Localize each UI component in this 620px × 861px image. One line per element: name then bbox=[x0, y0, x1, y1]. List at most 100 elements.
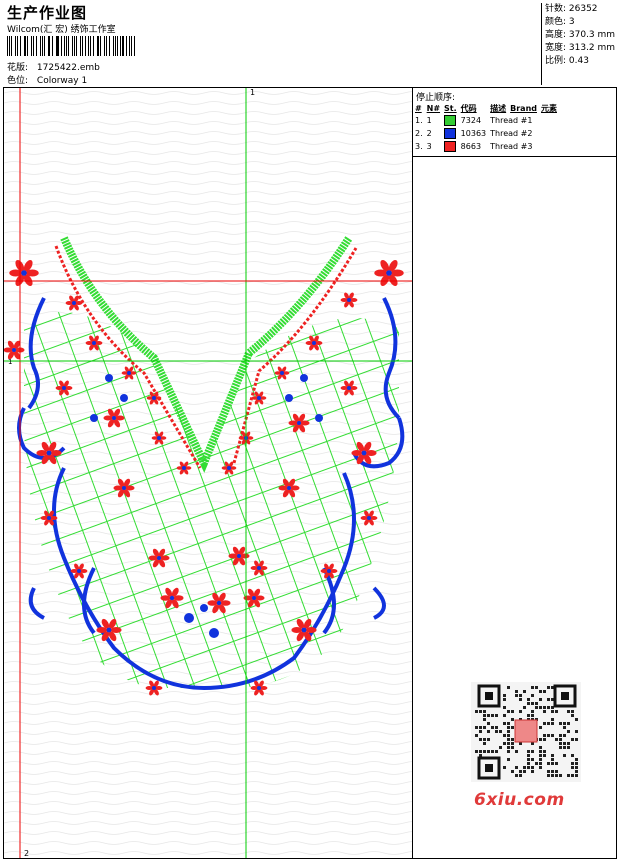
qr-module bbox=[555, 762, 558, 765]
qr-module bbox=[575, 762, 578, 765]
qr-module bbox=[511, 746, 514, 749]
qr-module bbox=[527, 754, 530, 757]
qr-module bbox=[531, 758, 534, 761]
qr-module bbox=[567, 742, 570, 745]
qr-module bbox=[551, 710, 554, 713]
qr-module bbox=[519, 710, 522, 713]
qr-module bbox=[531, 770, 534, 773]
qr-module bbox=[527, 766, 530, 769]
qr-module bbox=[495, 730, 498, 733]
barcode-bar bbox=[31, 36, 33, 56]
stats-box: 针数: 26352 颜色: 3 高度: 370.3 mm 宽度: 313.2 m… bbox=[541, 3, 620, 85]
qr-module bbox=[511, 718, 514, 721]
qr-module bbox=[547, 706, 550, 709]
stop-sequence-panel: 停止顺序: # N# St. 代码 描述 Brand 元素 1. 1 7324 … bbox=[413, 88, 616, 153]
qr-module bbox=[483, 726, 486, 729]
qr-module bbox=[571, 774, 574, 777]
qr-module bbox=[527, 758, 530, 761]
qr-module bbox=[567, 722, 570, 725]
qr-module bbox=[515, 694, 518, 697]
barcode-bar bbox=[92, 36, 94, 56]
qr-module bbox=[547, 698, 550, 701]
stat-width: 宽度: 313.2 mm bbox=[545, 43, 616, 53]
qr-module bbox=[547, 762, 550, 765]
qr-module bbox=[559, 742, 562, 745]
qr-module bbox=[551, 770, 554, 773]
barcode-bar bbox=[60, 36, 62, 56]
qr-module bbox=[507, 726, 510, 729]
qr-module bbox=[539, 738, 542, 741]
qr-module bbox=[523, 770, 526, 773]
qr-module bbox=[531, 766, 534, 769]
qr-module bbox=[539, 762, 542, 765]
qr-module bbox=[539, 726, 542, 729]
stop-table-header: # N# St. 代码 描述 Brand 元素 bbox=[415, 103, 561, 114]
col-n: N# bbox=[426, 104, 441, 113]
qr-module bbox=[515, 690, 518, 693]
barcode-bar bbox=[27, 36, 29, 56]
qr-module bbox=[543, 710, 546, 713]
stat-stitches: 针数: 26352 bbox=[545, 4, 598, 14]
color-swatch bbox=[444, 128, 457, 139]
qr-module bbox=[551, 758, 554, 761]
stat-height: 高度: 370.3 mm bbox=[545, 30, 616, 40]
qr-module bbox=[571, 714, 574, 717]
qr-module bbox=[575, 718, 578, 721]
qr-module bbox=[503, 722, 506, 725]
qr-module bbox=[571, 754, 574, 757]
qr-module bbox=[507, 722, 510, 725]
qr-module bbox=[543, 754, 546, 757]
guide-label-top: 1 bbox=[250, 88, 255, 97]
pattern-row: 花版: 1725422.emb bbox=[7, 60, 100, 73]
qr-module bbox=[479, 738, 482, 741]
qr-module bbox=[547, 774, 550, 777]
qr-module bbox=[475, 750, 478, 753]
qr-module bbox=[551, 722, 554, 725]
row-index: 1. bbox=[415, 116, 423, 125]
qr-module bbox=[571, 738, 574, 741]
qr-module bbox=[503, 706, 506, 709]
qr-module bbox=[575, 766, 578, 769]
qr-module bbox=[567, 710, 570, 713]
qr-module bbox=[491, 714, 494, 717]
qr-module bbox=[575, 730, 578, 733]
watermark-brand: 6xiu.com bbox=[474, 790, 565, 810]
qr-module bbox=[491, 726, 494, 729]
qr-module bbox=[531, 710, 534, 713]
qr-module bbox=[539, 706, 542, 709]
color-swatch bbox=[444, 141, 457, 152]
qr-module bbox=[483, 710, 486, 713]
qr-module bbox=[483, 714, 486, 717]
qr-module bbox=[575, 770, 578, 773]
qr-module bbox=[571, 762, 574, 765]
qr-module bbox=[487, 730, 490, 733]
qr-module bbox=[551, 734, 554, 737]
qr-module bbox=[547, 770, 550, 773]
qr-module bbox=[539, 758, 542, 761]
qr-module bbox=[511, 770, 514, 773]
qr-module bbox=[563, 726, 566, 729]
qr-module bbox=[571, 766, 574, 769]
col-desc: 描述 bbox=[490, 104, 507, 113]
qr-module bbox=[531, 702, 534, 705]
qr-module bbox=[571, 710, 574, 713]
panel-separator bbox=[412, 87, 413, 859]
qr-module bbox=[507, 746, 510, 749]
qr-module bbox=[539, 750, 542, 753]
qr-module bbox=[503, 698, 506, 701]
row-n: 2 bbox=[426, 129, 432, 138]
col-brand: Brand bbox=[510, 104, 537, 113]
qr-module bbox=[475, 710, 478, 713]
qr-module bbox=[531, 686, 534, 689]
row-code: 10363 bbox=[460, 129, 487, 138]
qr-module bbox=[563, 746, 566, 749]
barcode-bar bbox=[68, 36, 70, 56]
row-index: 2. bbox=[415, 129, 423, 138]
row-n: 1 bbox=[426, 116, 432, 125]
qr-module bbox=[519, 694, 522, 697]
frame-right bbox=[616, 87, 617, 859]
barcode-bar bbox=[49, 36, 51, 56]
qr-module bbox=[575, 738, 578, 741]
qr-module bbox=[547, 722, 550, 725]
qr-module bbox=[551, 762, 554, 765]
